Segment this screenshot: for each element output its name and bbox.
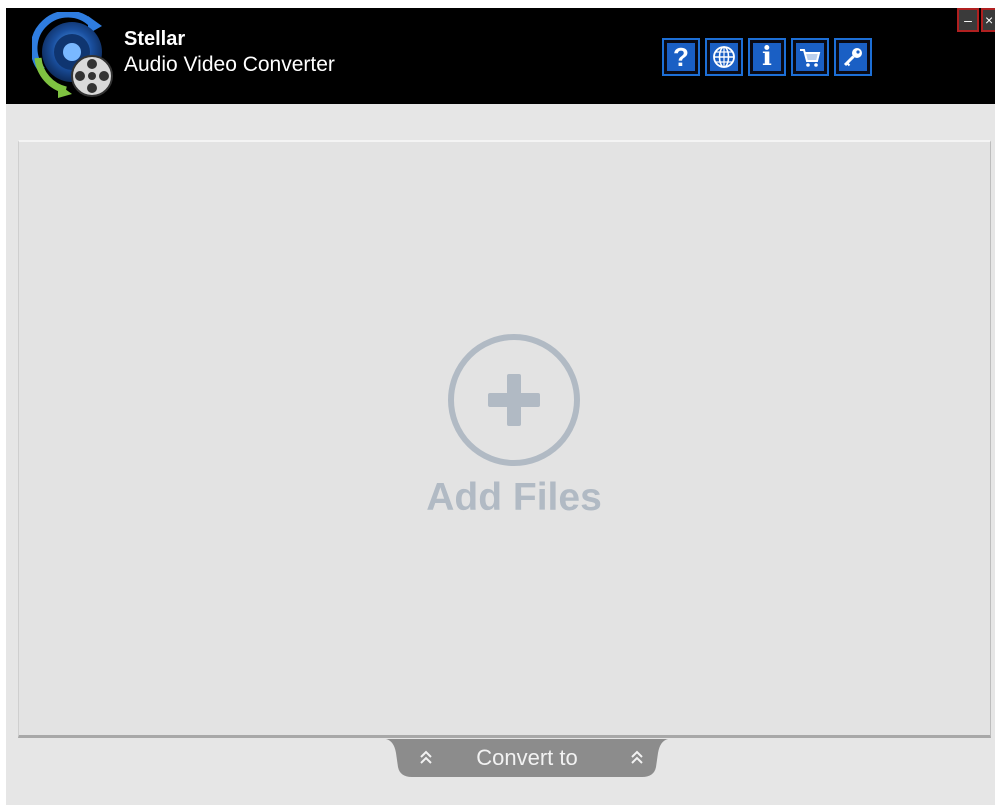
app-window: Stellar Audio Video Converter ? i – × Ad… bbox=[6, 8, 995, 805]
globe-icon bbox=[713, 46, 735, 68]
about-button[interactable]: i bbox=[748, 38, 786, 76]
toolbar: ? i bbox=[662, 38, 872, 78]
convert-to-label: Convert to bbox=[476, 745, 578, 770]
buy-button[interactable] bbox=[791, 38, 829, 76]
activate-button[interactable] bbox=[834, 38, 872, 76]
language-button[interactable] bbox=[705, 38, 743, 76]
window-controls: – × bbox=[957, 8, 995, 32]
add-files-button[interactable]: Add Files bbox=[409, 332, 619, 532]
file-drop-area[interactable]: Add Files bbox=[18, 140, 991, 738]
minimize-button[interactable]: – bbox=[957, 8, 979, 32]
chevron-up-double-icon bbox=[631, 750, 643, 764]
close-button[interactable]: × bbox=[981, 8, 995, 32]
app-name: Stellar bbox=[124, 28, 186, 50]
app-logo-icon bbox=[32, 12, 113, 98]
add-plus-icon bbox=[448, 334, 580, 466]
convert-to-button[interactable]: Convert to bbox=[386, 739, 668, 777]
info-icon: i bbox=[753, 43, 781, 71]
help-icon: ? bbox=[667, 43, 695, 71]
add-files-label: Add Files bbox=[426, 476, 602, 519]
app-subtitle: Audio Video Converter bbox=[124, 53, 335, 76]
cart-icon bbox=[800, 49, 821, 67]
help-button[interactable]: ? bbox=[662, 38, 700, 76]
title-bar: Stellar Audio Video Converter ? i – × bbox=[6, 8, 995, 104]
key-icon bbox=[843, 48, 862, 67]
